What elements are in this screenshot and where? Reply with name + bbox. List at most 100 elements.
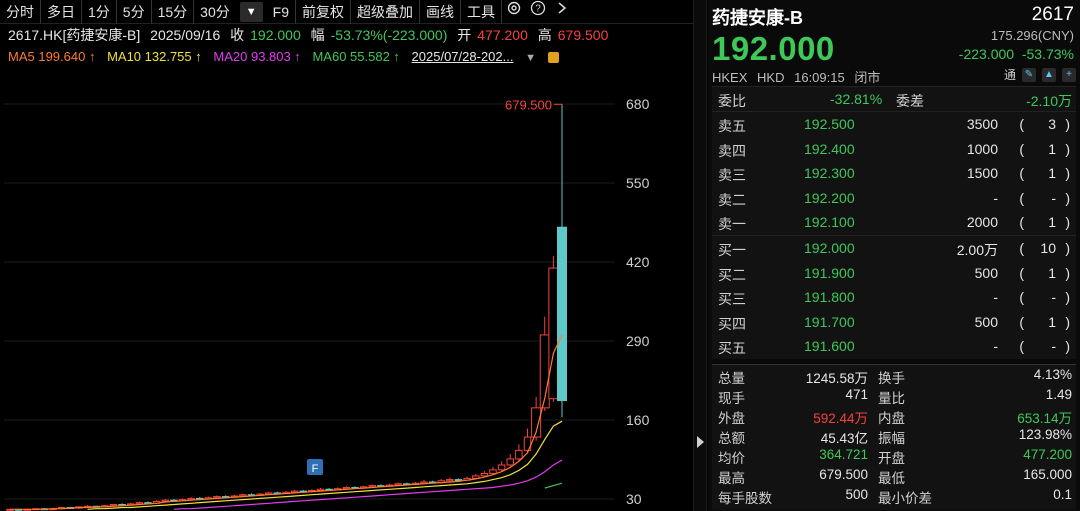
ask-book: 卖五 192.500 3500 (3) 卖四 192.400 1000 (1) 卖三 192.30… [712, 111, 1076, 235]
stat-value: 45.43亿 [820, 431, 868, 446]
bid-row[interactable]: 买三 191.800 - (-) [712, 285, 1076, 310]
ma60-line [544, 482, 563, 489]
dropdown-triangle-icon[interactable]: ▼ [525, 52, 536, 64]
y-tick-label: 680 [626, 96, 650, 112]
bid-volume: 2.00万 [956, 242, 998, 258]
ask-row[interactable]: 卖一 192.100 2000 (1) [712, 210, 1076, 235]
bid-row[interactable]: 买一 192.000 2.00万 (10) [712, 236, 1076, 261]
ask-price: 192.100 [804, 214, 855, 231]
quote-time: 16:09:15 [794, 70, 845, 85]
stat-label: 内盘 [878, 411, 905, 426]
kline-chart[interactable]: 680 550 420 290 160 30 679.500 F [0, 70, 693, 511]
bid-paren-close: ) [1065, 289, 1070, 306]
tab-intraday[interactable]: 分时 [0, 0, 41, 24]
bid-volume: 500 [974, 313, 998, 330]
ask-paren-open: ( [1019, 189, 1024, 206]
tab-5min[interactable]: 5分 [117, 0, 152, 24]
ask-row[interactable]: 卖二 192.200 - (-) [712, 186, 1076, 211]
candle-body [135, 502, 144, 505]
chevron-right-icon[interactable] [550, 0, 574, 24]
ask-row[interactable]: 卖三 192.300 1500 (1) [712, 161, 1076, 186]
edit-icon[interactable]: ✎ [1022, 67, 1036, 82]
bid-row[interactable]: 买五 191.600 - (-) [712, 334, 1076, 359]
add-icon[interactable]: + [1062, 67, 1076, 82]
bid-volume: 500 [974, 264, 998, 281]
open-value: 477.200 [477, 27, 528, 43]
ask-order-count: 1 [1048, 140, 1056, 157]
bid-row[interactable]: 买四 191.700 500 (1) [712, 310, 1076, 335]
high-label: 高 [537, 27, 552, 43]
ask-level-label: 卖二 [718, 191, 746, 208]
change-value: -223.000 [958, 46, 1015, 62]
settings-icon[interactable] [502, 0, 526, 24]
ma60-legend: MA60 55.582 ↑ [312, 49, 400, 64]
ask-level-label: 卖四 [718, 142, 746, 159]
date-range-selector[interactable]: 2025/07/28-202... [412, 49, 514, 64]
bell-icon[interactable]: ▲ [1042, 67, 1056, 82]
candle-body [480, 472, 489, 477]
bid-order-count: - [1051, 289, 1056, 306]
stats-row: 每手股数 500 最小价差 0.1 [712, 485, 1076, 506]
stat-value: 471 [845, 387, 868, 402]
chart-toolbar: 分时 多日 1分 5分 15分 30分 ▼ F9 前复权 超级叠加 画线 工具 … [0, 0, 693, 24]
ask-row[interactable]: 卖四 192.400 1000 (1) [712, 137, 1076, 162]
stats-row: 外盘 592.44万 内盘 653.14万 [712, 405, 1076, 426]
y-tick-label: 30 [626, 491, 642, 507]
stats-row: 总量 1245.58万 换手 4.13% [712, 365, 1076, 386]
tab-15min[interactable]: 15分 [152, 0, 195, 24]
draw-button[interactable]: 画线 [420, 0, 461, 24]
market-status: 闭市 [854, 70, 881, 85]
panel-toggle[interactable] [693, 0, 707, 511]
close-value: 192.000 [250, 27, 301, 43]
ask-row[interactable]: 卖五 192.500 3500 (3) [712, 112, 1076, 137]
bid-book: 买一 192.000 2.00万 (10) 买二 191.900 500 (1) 买三 191.8… [712, 235, 1076, 359]
quote-panel: 药捷安康-B 2617 192.000 175.296(CNY) -223.00… [708, 0, 1080, 511]
stat-value: 1245.58万 [805, 371, 868, 386]
ask-price: 192.500 [804, 116, 855, 132]
candle-body [290, 490, 299, 493]
stats-table: 总量 1245.58万 换手 4.13% 现手 471 量比 1.49 外盘 592.44万 内盘 6… [712, 364, 1076, 510]
open-label: 开 [457, 27, 472, 43]
f9-button[interactable]: F9 [267, 0, 296, 24]
bid-price: 191.900 [804, 264, 855, 281]
tab-multi-day[interactable]: 多日 [41, 0, 82, 24]
lock-icon[interactable] [547, 52, 559, 64]
tab-1min[interactable]: 1分 [82, 0, 117, 24]
bid-price: 192.000 [804, 240, 855, 256]
last-price: 192.000 [712, 30, 835, 67]
quote-badges: 通 ✎ ▲ + [1004, 66, 1076, 83]
stat-value: 123.98% [1018, 427, 1072, 442]
high-value: 679.500 [557, 27, 609, 43]
ask-order-count: 3 [1048, 116, 1056, 132]
stat-value: 1.49 [1045, 387, 1072, 402]
ask-paren-close: ) [1065, 165, 1070, 182]
bid-price: 191.800 [804, 289, 855, 306]
ask-volume: - [993, 189, 998, 206]
stat-value: 4.13% [1033, 367, 1072, 382]
high-annotation-label: 679.500 [505, 97, 552, 112]
ohlc-info-line: 2617.HK[药捷安康-B] 2025/09/16 收 192.000 幅 -53… [8, 25, 614, 45]
ratio-label: 委比 [718, 93, 746, 109]
bid-paren-open: ( [1019, 338, 1024, 355]
bid-paren-open: ( [1019, 289, 1024, 306]
help-icon[interactable]: ? [526, 0, 550, 24]
stat-value: 500 [845, 487, 868, 502]
candle-body [239, 494, 247, 497]
bid-row[interactable]: 买二 191.900 500 (1) [712, 261, 1076, 286]
expand-arrow-icon[interactable] [697, 436, 704, 448]
tools-button[interactable]: 工具 [461, 0, 502, 24]
bid-order-count: - [1051, 338, 1056, 355]
ask-paren-open: ( [1019, 116, 1024, 132]
committee-row: 委比 -32.81% 委差 -2.10万 [712, 86, 1076, 112]
stat-value: 364.721 [819, 447, 868, 462]
bid-volume: - [993, 338, 998, 355]
overlay-button[interactable]: 超级叠加 [351, 0, 420, 24]
stat-label: 量比 [878, 391, 905, 406]
adjust-button[interactable]: 前复权 [296, 0, 351, 24]
ask-paren-close: ) [1065, 116, 1070, 132]
candle-body [187, 497, 195, 501]
ratio-value: -32.81% [830, 91, 883, 107]
tab-30min[interactable]: 30分 [194, 0, 236, 24]
bid-level-label: 买五 [718, 340, 746, 357]
period-dropdown-button[interactable]: ▼ [239, 1, 263, 22]
